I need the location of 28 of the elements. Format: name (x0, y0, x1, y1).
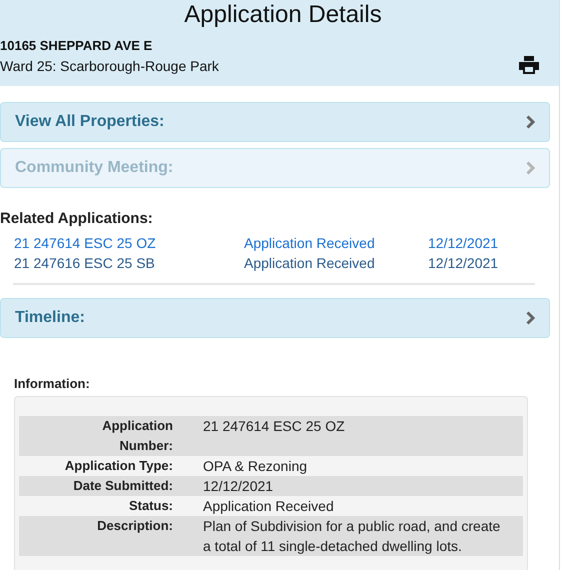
status-link[interactable]: Application Received (244, 234, 428, 252)
application-link[interactable]: 21 247614 ESC 25 OZ (14, 234, 244, 252)
chevron-right-icon (526, 115, 535, 129)
accordion-panel[interactable]: View All Properties: (0, 102, 550, 142)
date-link[interactable]: 12/12/2021 (428, 254, 548, 272)
field-value: 21 247614 ESC 25 OZ (203, 417, 346, 436)
page-title: Application Details (183, 0, 383, 30)
chevron-right-icon (526, 161, 535, 175)
chevron-right-icon (526, 311, 535, 325)
print-button[interactable] (519, 56, 539, 74)
field-label: Application Type: (64, 457, 173, 475)
accordion-panel[interactable]: Timeline: (0, 298, 550, 338)
address: 10165 SHEPPARD AVE E (0, 38, 154, 54)
field-value: Application Received (203, 497, 335, 516)
status-link[interactable]: Application Received (244, 254, 428, 272)
application-link[interactable]: 21 247616 ESC 25 SB (14, 254, 244, 272)
date-link[interactable]: 12/12/2021 (428, 234, 548, 252)
ward: Ward 25: Scarborough-Rouge Park (0, 57, 219, 75)
field-label: Application Number: (101, 417, 173, 455)
field-label: Description: (96, 517, 173, 535)
section-title: Related Applications: (0, 210, 154, 228)
field-label: Status: (128, 497, 173, 515)
section-title: Information: (14, 376, 91, 392)
field-label: Date Submitted: (72, 477, 173, 495)
print-icon (519, 56, 539, 74)
field-value: OPA & Rezoning (203, 457, 308, 476)
field-value: Plan of Subdivision for a public road, and create a total of 11 single-detached dwelling lots. (203, 517, 502, 556)
field-value: 12/12/2021 (203, 477, 274, 496)
